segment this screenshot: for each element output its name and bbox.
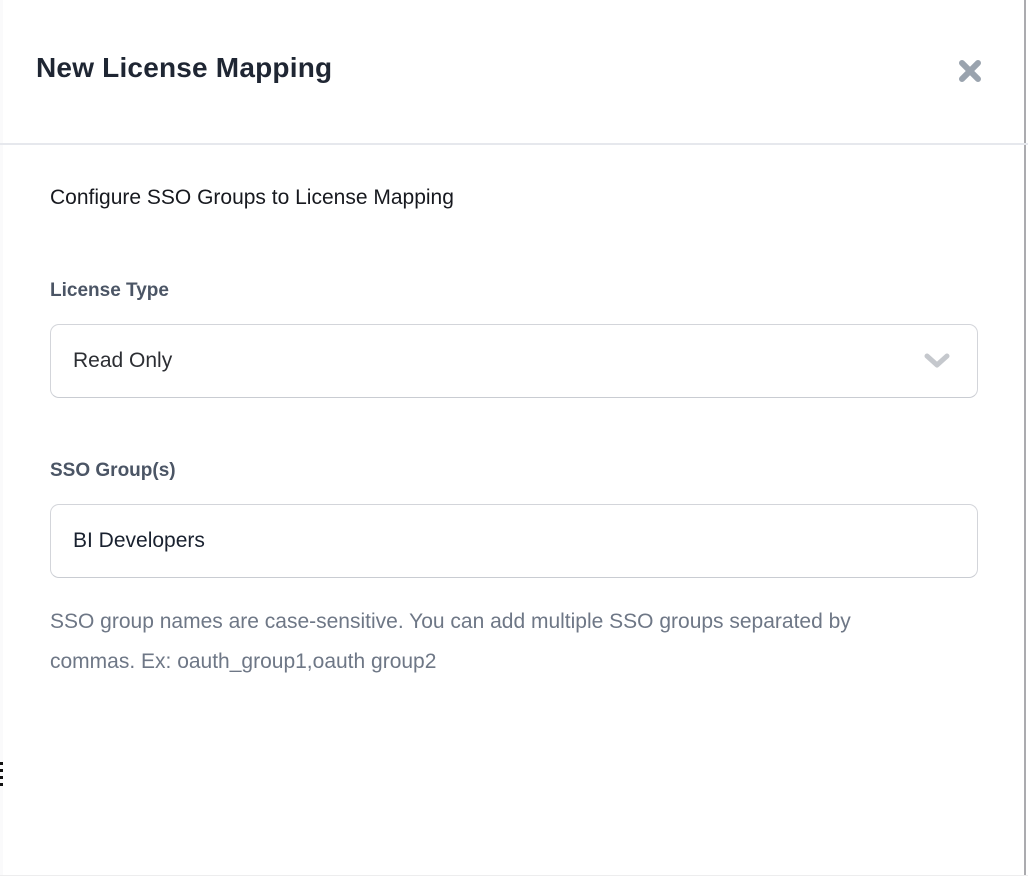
modal-title: New License Mapping (36, 52, 332, 84)
license-mapping-modal: New License Mapping Configure SSO Groups… (0, 0, 1028, 876)
license-type-select[interactable]: Read Only (50, 324, 978, 398)
sso-groups-input[interactable] (50, 504, 978, 578)
chevron-down-icon (921, 351, 953, 371)
sso-groups-label: SSO Group(s) (50, 460, 176, 482)
sso-groups-help-text: SSO group names are case-sensitive. You … (50, 602, 906, 682)
close-button[interactable] (949, 50, 991, 92)
page-left-edge (0, 0, 3, 876)
license-type-selected-value: Read Only (73, 349, 172, 373)
header-divider (0, 143, 1028, 145)
close-icon (955, 56, 985, 86)
intro-text: Configure SSO Groups to License Mapping (50, 186, 454, 210)
license-type-label: License Type (50, 280, 169, 302)
page-right-edge-line (1024, 0, 1026, 876)
clipped-menu-icon (0, 762, 3, 788)
